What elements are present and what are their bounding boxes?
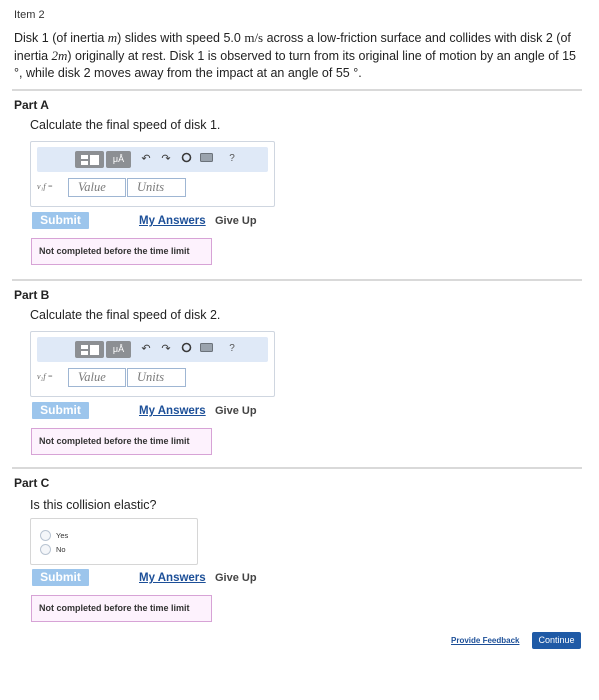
submit-button[interactable]: Submit	[32, 212, 89, 229]
part-a-label: Part A	[14, 98, 49, 112]
help-icon[interactable]: ?	[225, 342, 239, 356]
give-up-link[interactable]: Give Up	[215, 215, 257, 227]
part-b-label: Part B	[14, 288, 50, 302]
continue-button[interactable]: Continue	[532, 632, 581, 649]
divider	[12, 89, 582, 91]
provide-feedback-link[interactable]: Provide Feedback	[451, 636, 519, 645]
variable-label: v₁f =	[37, 182, 53, 191]
part-a-answer-box: μÅ ↶ ↷ ? v₁f = Value Units	[30, 141, 275, 207]
radio-group: Yes No	[30, 518, 198, 565]
mass-2: 2m	[51, 48, 68, 63]
template-icon[interactable]	[75, 341, 104, 358]
template-icon[interactable]	[75, 151, 104, 168]
submit-button[interactable]: Submit	[32, 402, 89, 419]
divider	[12, 467, 582, 469]
item-title: Item 2	[14, 9, 45, 21]
radio-label: Yes	[56, 531, 69, 540]
undo-icon[interactable]: ↶	[139, 342, 153, 356]
speed-unit: m/s	[244, 30, 264, 45]
reset-icon[interactable]	[179, 342, 193, 356]
undo-icon[interactable]: ↶	[139, 152, 153, 166]
part-c-question: Is this collision elastic?	[30, 498, 157, 512]
units-button[interactable]: μÅ	[106, 341, 131, 358]
my-answers-link[interactable]: My Answers	[139, 215, 206, 227]
part-b-question: Calculate the final speed of disk 2.	[30, 308, 221, 322]
help-icon[interactable]: ?	[225, 152, 239, 166]
status-message: Not completed before the time limit	[31, 238, 212, 265]
variable-label: v₂f =	[37, 372, 53, 381]
submit-button[interactable]: Submit	[32, 569, 89, 586]
radio-button[interactable]	[40, 544, 51, 555]
question-text-2: ) slides with speed 5.0	[117, 31, 245, 45]
math-toolbar: μÅ ↶ ↷ ?	[37, 147, 268, 172]
give-up-link[interactable]: Give Up	[215, 405, 257, 417]
question-text-1: Disk 1 (of inertia	[14, 31, 108, 45]
part-c-label: Part C	[14, 476, 50, 490]
radio-label: No	[56, 545, 66, 554]
units-button[interactable]: μÅ	[106, 151, 131, 168]
part-b-answer-box: μÅ ↶ ↷ ? v₂f = Value Units	[30, 331, 275, 397]
my-answers-link[interactable]: My Answers	[139, 572, 206, 584]
units-input[interactable]: Units	[127, 368, 186, 387]
give-up-link[interactable]: Give Up	[215, 572, 257, 584]
divider	[12, 279, 582, 281]
value-input[interactable]: Value	[68, 368, 126, 387]
radio-button[interactable]	[40, 530, 51, 541]
status-message: Not completed before the time limit	[31, 595, 212, 622]
redo-icon[interactable]: ↷	[159, 152, 173, 166]
my-answers-link[interactable]: My Answers	[139, 405, 206, 417]
redo-icon[interactable]: ↷	[159, 342, 173, 356]
status-message: Not completed before the time limit	[31, 428, 212, 455]
question-text-4: ) originally at rest. Disk 1 is observed…	[14, 49, 576, 80]
keyboard-icon[interactable]	[199, 152, 213, 166]
question-text: Disk 1 (of inertia m) slides with speed …	[14, 29, 586, 82]
value-input[interactable]: Value	[68, 178, 126, 197]
reset-icon[interactable]	[179, 152, 193, 166]
part-a-question: Calculate the final speed of disk 1.	[30, 118, 221, 132]
units-input[interactable]: Units	[127, 178, 186, 197]
keyboard-icon[interactable]	[199, 342, 213, 356]
math-toolbar: μÅ ↶ ↷ ?	[37, 337, 268, 362]
mass-1: m	[107, 30, 118, 45]
